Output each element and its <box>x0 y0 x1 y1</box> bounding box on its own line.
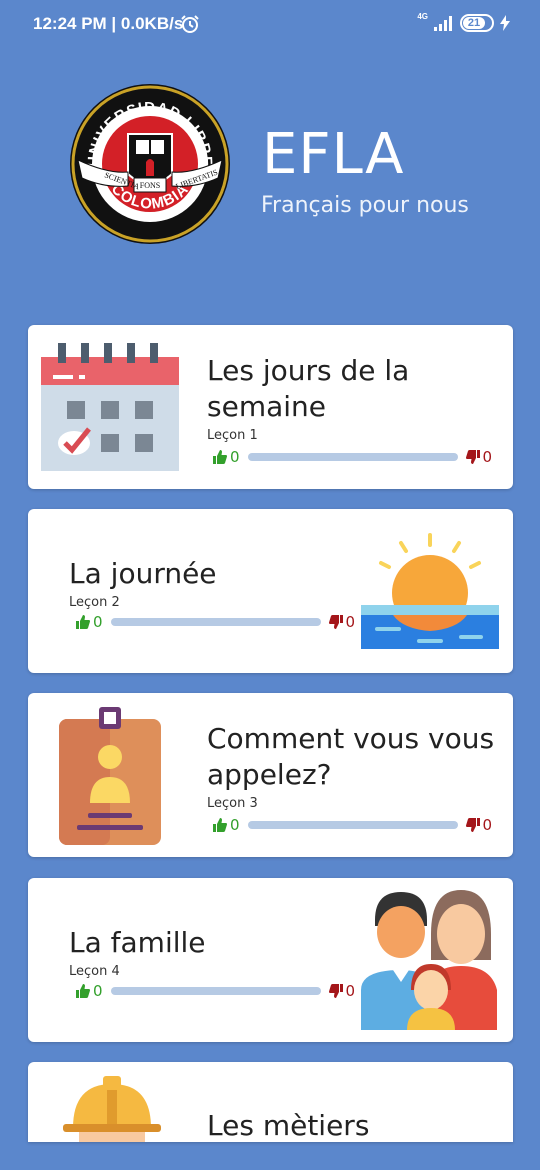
rating-row: 0 0 <box>213 816 493 834</box>
thumbs-up-icon <box>213 450 227 464</box>
like-count[interactable]: 0 <box>76 982 103 1000</box>
thumbs-down-icon <box>465 818 480 832</box>
battery-level: 21 <box>467 17 481 29</box>
dislike-count[interactable]: 0 <box>328 613 355 631</box>
signal-icon <box>434 16 452 31</box>
thumbs-up-icon <box>213 818 227 832</box>
lesson-number: Leçon 1 <box>207 428 258 443</box>
lesson-title: Les mètiers <box>207 1109 370 1142</box>
like-count[interactable]: 0 <box>76 613 103 631</box>
like-count[interactable]: 0 <box>213 448 240 466</box>
thumbs-down-icon <box>328 984 343 998</box>
lesson-number: Leçon 3 <box>207 796 258 811</box>
lesson-card-metiers[interactable]: Les mètiers <box>28 1062 513 1142</box>
status-bar: 12:24 PM | 0.0KB/s 4G 21 <box>0 0 540 50</box>
calendar-icon <box>41 343 179 471</box>
dislike-count[interactable]: 0 <box>465 816 492 834</box>
app-title: EFLA <box>262 122 405 187</box>
lesson-card-famille[interactable]: La famille Leçon 4 0 0 <box>28 878 513 1042</box>
lesson-card-journee[interactable]: La journée Leçon 2 0 0 <box>28 509 513 673</box>
status-time: 12:24 PM | 0.0KB/s <box>33 14 184 33</box>
network-label: 4G <box>417 12 428 21</box>
svg-text:FONS: FONS <box>140 181 160 190</box>
charging-icon <box>500 15 510 31</box>
thumbs-down-icon <box>328 615 343 629</box>
lesson-number: Leçon 4 <box>69 964 120 979</box>
family-icon <box>361 890 497 1030</box>
universidad-libre-logo: UNIVERSIDAD LIBRE COLOMBIA SCIENTIA FONS… <box>70 84 230 244</box>
lesson-title: Comment vous vous appelez? <box>207 722 495 791</box>
rating-row: 0 0 <box>76 982 356 1000</box>
progress-bar <box>110 987 321 995</box>
sunset-icon <box>361 533 499 649</box>
thumbs-up-icon <box>76 615 90 629</box>
id-badge-icon <box>59 707 161 845</box>
lesson-title: La journée <box>69 557 217 590</box>
thumbs-down-icon <box>465 450 480 464</box>
dislike-count[interactable]: 0 <box>465 448 492 466</box>
progress-bar <box>247 453 458 461</box>
rating-row: 0 0 <box>213 448 493 466</box>
progress-bar <box>247 821 458 829</box>
lesson-title: Les jours de la semaine <box>207 354 410 423</box>
alarm-icon <box>181 15 199 33</box>
lesson-card-appelez[interactable]: Comment vous vous appelez? Leçon 3 0 0 <box>28 693 513 857</box>
status-indicators: 4G 21 <box>417 12 510 32</box>
lesson-card-jours[interactable]: Les jours de la semaine Leçon 1 0 0 <box>28 325 513 489</box>
hard-hat-icon <box>63 1076 161 1142</box>
rating-row: 0 0 <box>76 613 356 631</box>
progress-bar <box>110 618 321 626</box>
like-count[interactable]: 0 <box>213 816 240 834</box>
app-subtitle: Français pour nous <box>261 193 469 218</box>
battery-icon: 21 <box>460 14 494 32</box>
dislike-count[interactable]: 0 <box>328 982 355 1000</box>
lesson-number: Leçon 2 <box>69 595 120 610</box>
lesson-title: La famille <box>69 926 206 959</box>
thumbs-up-icon <box>76 984 90 998</box>
